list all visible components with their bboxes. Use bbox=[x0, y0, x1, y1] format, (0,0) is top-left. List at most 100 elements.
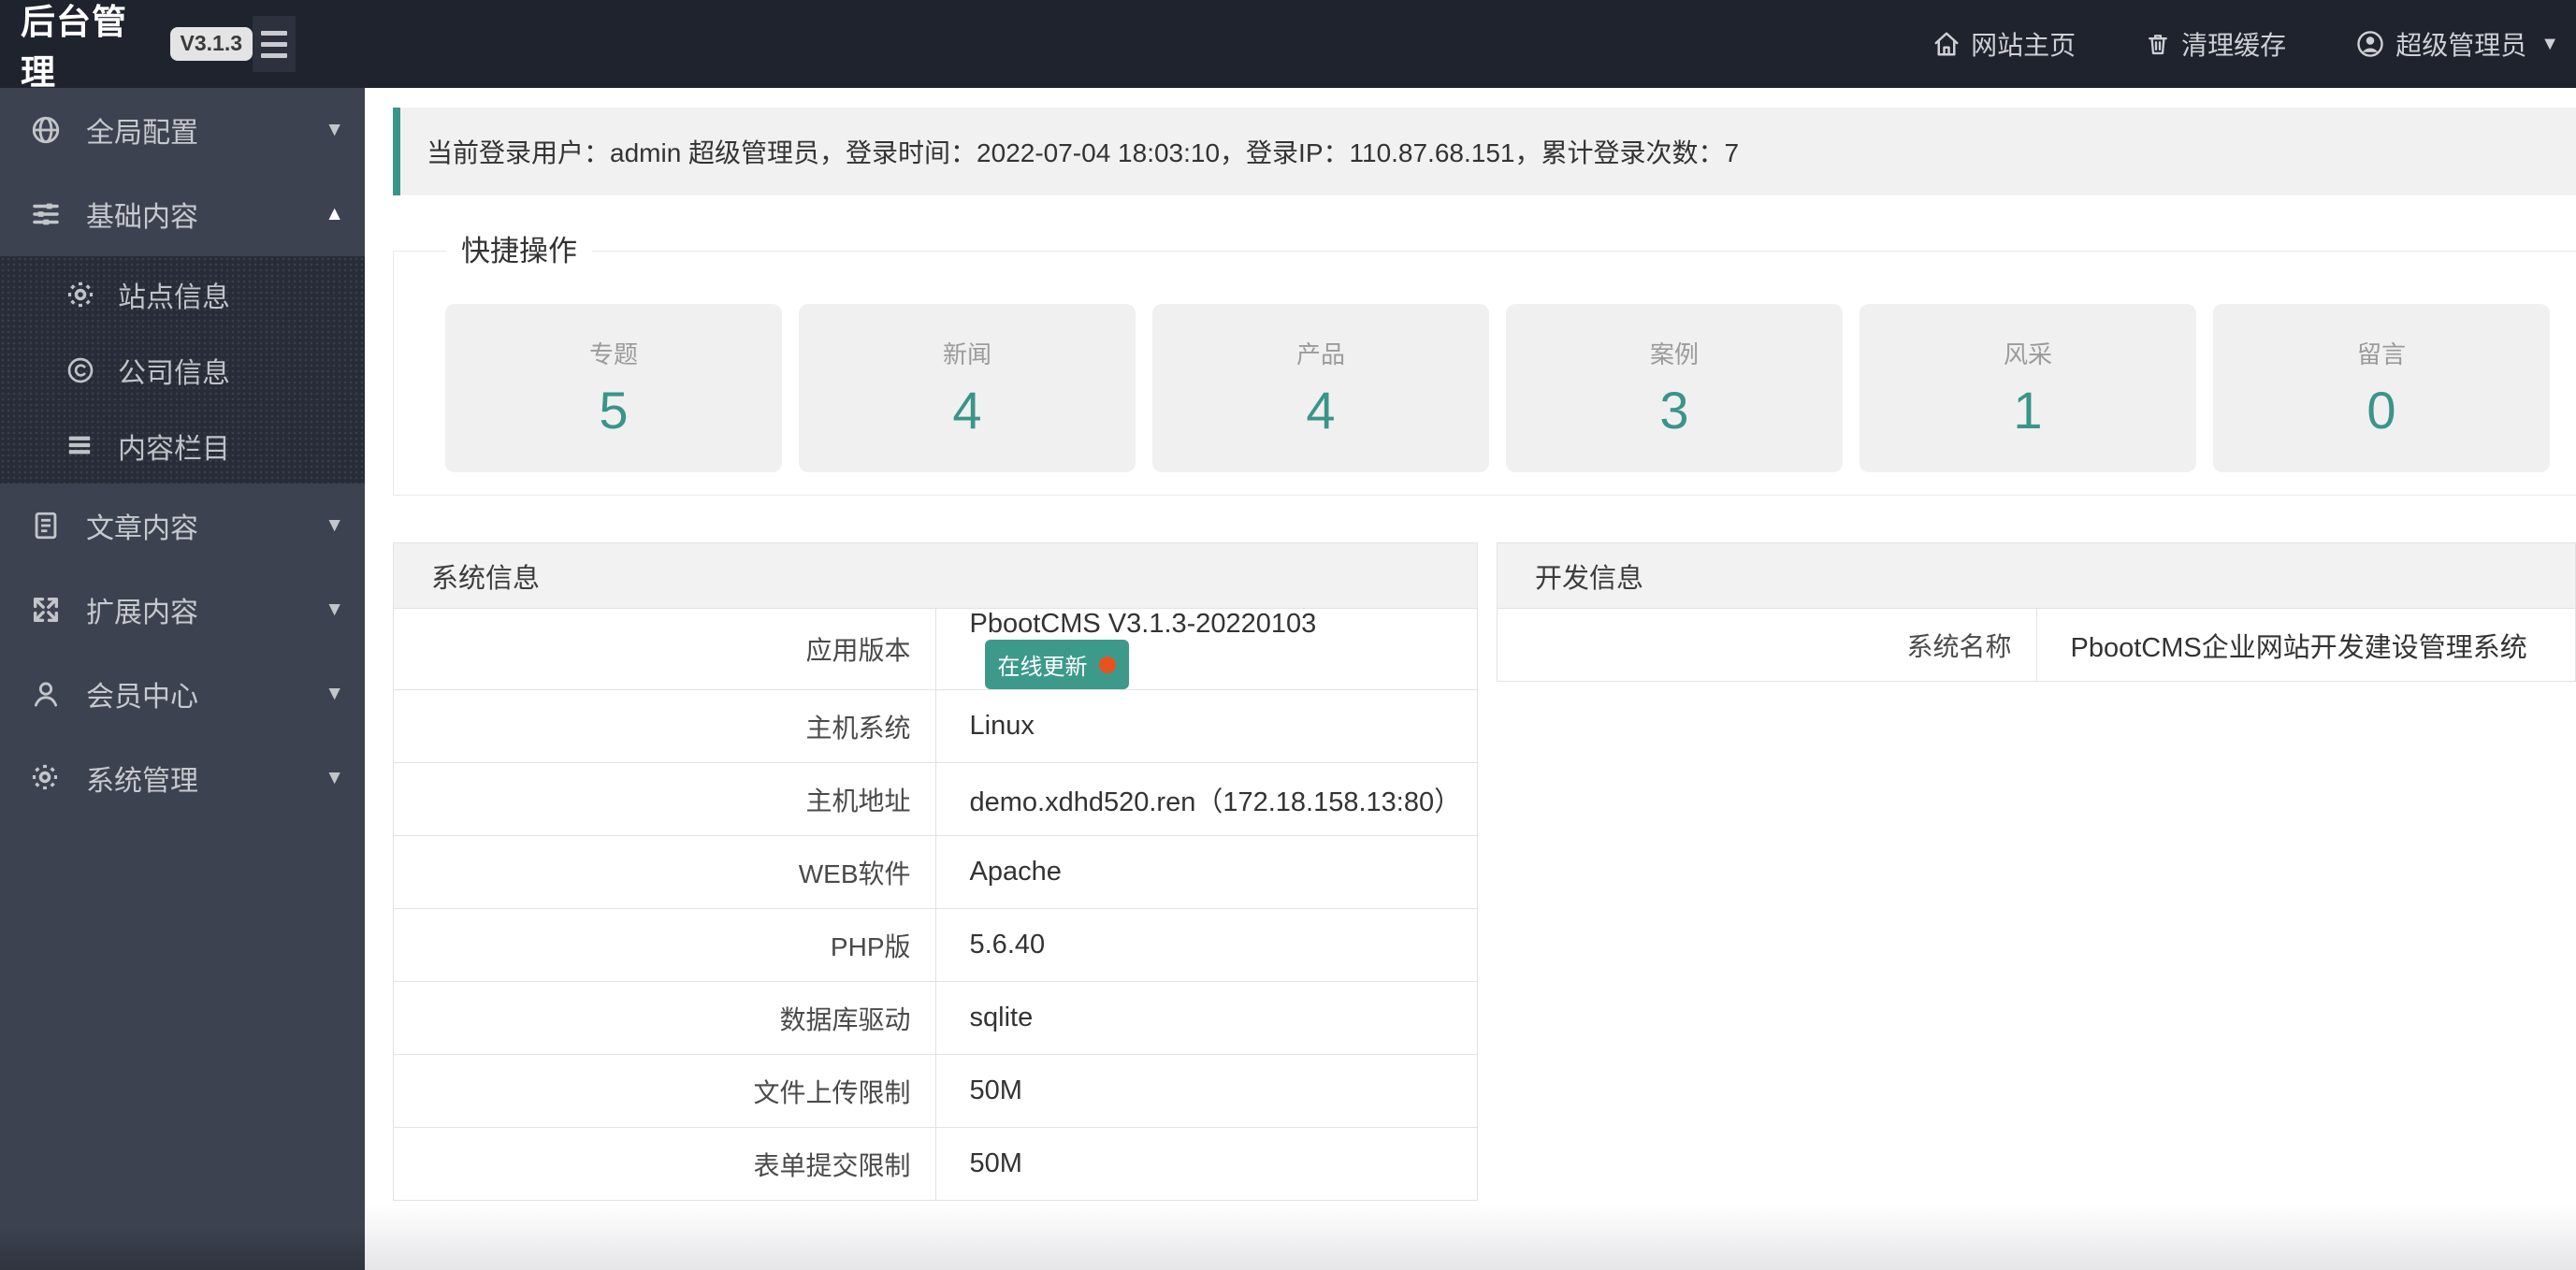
sidebar-item-extended-content[interactable]: 扩展内容 ▼ bbox=[0, 568, 365, 652]
row-value: PbootCMS企业网站开发建设管理系统 bbox=[2035, 608, 2576, 682]
row-label: 系统名称 bbox=[1497, 608, 2037, 682]
sidebar-item-basic-content[interactable]: 基础内容 ▲ bbox=[0, 172, 365, 256]
quick-actions-title: 快捷操作 bbox=[446, 229, 592, 274]
quick-card-messages[interactable]: 留言 0 bbox=[2213, 304, 2550, 472]
table-row: WEB软件 Apache bbox=[393, 835, 1478, 909]
row-label: PHP版 bbox=[393, 908, 936, 982]
quick-card-news[interactable]: 新闻 4 bbox=[799, 304, 1136, 472]
row-value: 50M bbox=[934, 1054, 1478, 1128]
quick-card-label: 案例 bbox=[1649, 340, 1699, 368]
quick-card-topics[interactable]: 专题 5 bbox=[445, 304, 782, 472]
sidebar-item-label: 基础内容 bbox=[86, 202, 198, 233]
chevron-down-icon: ▼ bbox=[325, 767, 344, 788]
sidebar: 全局配置 ▼ 基础内容 ▲ 站点信息 公司信息 内容栏目 文章内容 ▼ 扩展内容… bbox=[0, 88, 365, 1270]
app-logo: 后台管理 V3.1.3 bbox=[0, 0, 253, 94]
table-row: 系统名称 PbootCMS企业网站开发建设管理系统 bbox=[1497, 608, 2576, 682]
chevron-down-icon: ▼ bbox=[325, 599, 344, 620]
nav-site-home-label: 网站主页 bbox=[1971, 31, 2077, 60]
submenu-basic-content: 站点信息 公司信息 内容栏目 bbox=[0, 256, 365, 483]
sidebar-item-label: 全局配置 bbox=[86, 118, 198, 149]
row-value: Apache bbox=[934, 835, 1478, 909]
expand-icon bbox=[30, 594, 62, 626]
submenu-item-label: 站点信息 bbox=[118, 281, 230, 313]
gear-icon bbox=[30, 762, 62, 794]
gear-icon bbox=[65, 280, 95, 310]
quick-card-label: 专题 bbox=[588, 340, 638, 368]
quick-card-label: 留言 bbox=[2356, 340, 2406, 368]
row-value: 50M bbox=[934, 1127, 1478, 1201]
submenu-item-content-columns[interactable]: 内容栏目 bbox=[0, 408, 365, 483]
table-row: 数据库驱动 sqlite bbox=[393, 981, 1478, 1055]
system-info-title: 系统信息 bbox=[393, 542, 1478, 609]
submenu-item-label: 公司信息 bbox=[118, 357, 230, 389]
row-label: 主机系统 bbox=[393, 689, 936, 763]
table-row: PHP版 5.6.40 bbox=[393, 908, 1478, 982]
row-label: 数据库驱动 bbox=[393, 981, 936, 1055]
chevron-down-icon: ▼ bbox=[325, 119, 344, 140]
online-update-button[interactable]: 在线更新 bbox=[984, 640, 1129, 689]
table-row: 表单提交限制 50M bbox=[393, 1127, 1478, 1201]
update-status-dot bbox=[1098, 656, 1116, 673]
login-info-bar: 当前登录用户：admin 超级管理员，登录时间：2022-07-04 18:03… bbox=[393, 108, 2576, 195]
system-info-table: 系统信息 应用版本 PbootCMS V3.1.3-20220103 在线更新 … bbox=[393, 542, 1478, 1201]
person-icon bbox=[30, 678, 62, 710]
chevron-down-icon: ▼ bbox=[325, 514, 344, 536]
quick-card-label: 风采 bbox=[2003, 340, 2052, 368]
row-label: 主机地址 bbox=[393, 762, 936, 836]
table-header: 开发信息 bbox=[1497, 542, 2576, 609]
user-circle-icon bbox=[2355, 29, 2385, 59]
quick-card-gallery[interactable]: 风采 1 bbox=[1860, 304, 2196, 472]
topbar: 后台管理 V3.1.3 网站主页 清理缓存 超级管理员 ▼ bbox=[0, 0, 2576, 92]
quick-actions-panel: 快捷操作 专题 5 新闻 4 产品 4 案例 3 风采 1 留言 0 bbox=[393, 229, 2576, 496]
topbar-links: 网站主页 清理缓存 超级管理员 ▼ bbox=[1932, 25, 2576, 63]
hamburger-icon bbox=[261, 30, 287, 36]
quick-card-products[interactable]: 产品 4 bbox=[1152, 304, 1489, 472]
user-menu[interactable]: 超级管理员 ▼ bbox=[2355, 25, 2559, 63]
row-value: sqlite bbox=[934, 981, 1478, 1055]
table-row: 主机地址 demo.xdhd520.ren（172.18.158.13:80） bbox=[393, 762, 1478, 836]
admin-dashboard: 后台管理 V3.1.3 网站主页 清理缓存 超级管理员 ▼ 全局配置 ▼ 基础内… bbox=[0, 0, 2576, 1270]
nav-site-home[interactable]: 网站主页 bbox=[1932, 25, 2076, 63]
sidebar-item-label: 会员中心 bbox=[86, 682, 198, 713]
quick-card-count: 1 bbox=[2013, 381, 2043, 440]
chevron-down-icon: ▼ bbox=[325, 683, 344, 704]
quick-card-count: 0 bbox=[2366, 381, 2396, 440]
app-title: 后台管理 bbox=[21, 3, 127, 92]
quick-card-count: 4 bbox=[952, 381, 982, 440]
submenu-item-label: 内容栏目 bbox=[118, 433, 230, 465]
submenu-item-company-info[interactable]: 公司信息 bbox=[0, 332, 365, 408]
online-update-label: 在线更新 bbox=[997, 655, 1088, 680]
quick-card-count: 5 bbox=[599, 381, 629, 440]
dev-info-title: 开发信息 bbox=[1497, 542, 2576, 609]
row-label: 应用版本 bbox=[393, 608, 936, 690]
row-label: 文件上传限制 bbox=[393, 1054, 936, 1128]
table-row: 应用版本 PbootCMS V3.1.3-20220103 在线更新 bbox=[393, 608, 1478, 690]
table-row: 文件上传限制 50M bbox=[393, 1054, 1478, 1128]
sidebar-item-global-config[interactable]: 全局配置 ▼ bbox=[0, 88, 365, 172]
row-value: demo.xdhd520.ren（172.18.158.13:80） bbox=[934, 762, 1478, 836]
sidebar-item-label: 扩展内容 bbox=[86, 598, 198, 628]
user-menu-label: 超级管理员 bbox=[2395, 31, 2527, 60]
nav-clear-cache-label: 清理缓存 bbox=[2181, 31, 2287, 60]
row-label: WEB软件 bbox=[393, 835, 936, 909]
main-content: 当前登录用户：admin 超级管理员，登录时间：2022-07-04 18:03… bbox=[365, 88, 2576, 1270]
login-info-text: 当前登录用户：admin 超级管理员，登录时间：2022-07-04 18:03… bbox=[427, 138, 1740, 167]
sidebar-item-articles[interactable]: 文章内容 ▼ bbox=[0, 483, 365, 568]
menu-toggle-button[interactable] bbox=[253, 16, 296, 72]
version-badge: V3.1.3 bbox=[169, 27, 253, 61]
submenu-item-site-info[interactable]: 站点信息 bbox=[0, 256, 365, 332]
quick-actions-cards: 专题 5 新闻 4 产品 4 案例 3 风采 1 留言 0 bbox=[394, 252, 2576, 495]
trash-icon bbox=[2145, 31, 2171, 57]
quick-card-label: 产品 bbox=[1295, 340, 1345, 368]
quick-card-cases[interactable]: 案例 3 bbox=[1506, 304, 1843, 472]
chevron-up-icon: ▲ bbox=[325, 203, 344, 224]
quick-card-count: 4 bbox=[1306, 381, 1336, 440]
nav-clear-cache[interactable]: 清理缓存 bbox=[2145, 25, 2286, 63]
copyright-icon bbox=[65, 355, 95, 385]
document-icon bbox=[30, 510, 62, 541]
row-value: PbootCMS V3.1.3-20220103 在线更新 bbox=[934, 608, 1478, 690]
sidebar-item-member-center[interactable]: 会员中心 ▼ bbox=[0, 652, 365, 736]
info-tables: 系统信息 应用版本 PbootCMS V3.1.3-20220103 在线更新 … bbox=[393, 542, 2576, 1201]
globe-icon bbox=[30, 114, 62, 146]
sidebar-item-system-management[interactable]: 系统管理 ▼ bbox=[0, 736, 365, 820]
